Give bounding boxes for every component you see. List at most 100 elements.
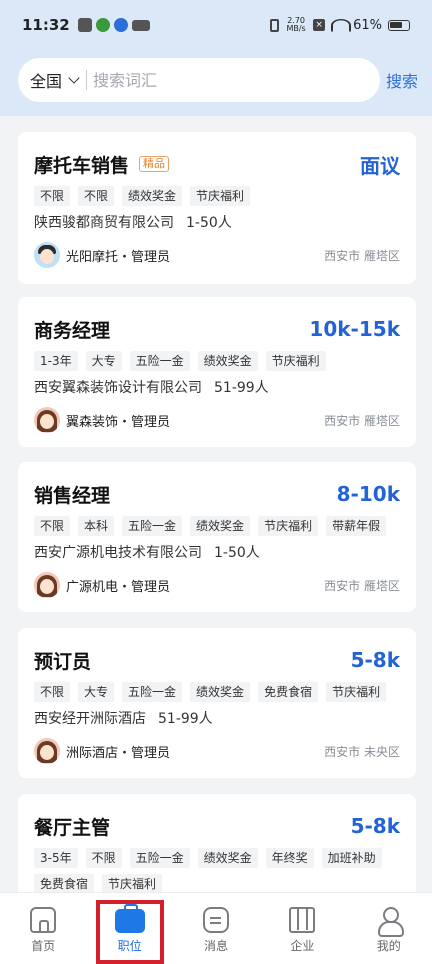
job-tag: 五险一金 — [129, 848, 190, 868]
company-name: 西安翼森装饰设计有限公司 — [34, 380, 202, 396]
job-title: 销售经理 — [34, 484, 111, 507]
network-speed: 2.70 MB/s — [286, 16, 306, 33]
job-tag: 五险一金 — [122, 682, 183, 702]
job-tag: 绩效奖金 — [190, 682, 251, 702]
job-tag: 五险一金 — [129, 351, 190, 371]
nav-companies[interactable]: 企业 — [259, 893, 345, 964]
job-tag: 节庆福利 — [190, 186, 251, 206]
job-tag: 本科 — [78, 516, 115, 536]
premium-badge: 精品 — [139, 156, 170, 172]
job-tags: 3-5年 不限 五险一金 绩效奖金 年终奖 加班补助 免费食宿 节庆福利 — [34, 848, 400, 894]
job-tag: 3-5年 — [34, 848, 78, 868]
app-notification-icon — [131, 19, 150, 31]
job-tag: 绩效奖金 — [197, 848, 258, 868]
job-tag: 大专 — [78, 682, 115, 702]
search-input[interactable] — [93, 70, 344, 90]
briefcase-icon — [114, 904, 145, 933]
job-tag: 带薪年假 — [326, 516, 387, 536]
job-tags: 不限 大专 五险一金 绩效奖金 免费食宿 节庆福利 — [34, 682, 400, 702]
company-name: 西安广源机电技术有限公司 — [34, 545, 202, 561]
job-tag: 不限 — [34, 682, 71, 702]
job-title: 商务经理 — [34, 319, 111, 342]
avatar — [34, 407, 60, 433]
recruiter-row: 翼森装饰・管理员 西安市 雁塔区 — [34, 407, 400, 433]
job-tag: 节庆福利 — [258, 516, 319, 536]
job-tags: 不限 不限 绩效奖金 节庆福利 — [34, 186, 400, 206]
status-time: 11:32 — [22, 16, 70, 34]
job-location: 西安市 雁塔区 — [324, 578, 400, 593]
avatar — [34, 242, 60, 268]
nav-label: 职位 — [117, 939, 142, 953]
recruiter-row: 洲际酒店・管理员 西安市 未央区 — [34, 738, 400, 764]
recruiter-row: 广源机电・管理员 西安市 雁塔区 — [34, 572, 400, 598]
job-salary: 面议 — [360, 153, 400, 178]
company-size: 1-50人 — [186, 215, 232, 231]
nav-messages[interactable]: 消息 — [173, 893, 259, 964]
nav-label: 首页 — [31, 939, 56, 953]
message-icon — [202, 907, 229, 933]
app-notification-icon — [95, 18, 110, 32]
job-tag: 绩效奖金 — [190, 516, 251, 536]
company-line: 西安翼森装饰设计有限公司 51-99人 — [34, 377, 400, 397]
job-tags: 不限 本科 五险一金 绩效奖金 节庆福利 带薪年假 — [34, 516, 400, 536]
profile-icon — [377, 907, 404, 937]
job-tag: 不限 — [34, 186, 71, 206]
bottom-nav: 首页 职位 消息 企业 我的 — [0, 892, 432, 964]
job-salary: 10k-15k — [309, 317, 400, 341]
wifi-icon — [331, 19, 347, 31]
company-name: 西安经开洲际酒店 — [34, 711, 146, 727]
recruiter-name: 翼森装饰・管理员 — [66, 414, 171, 430]
job-tag: 节庆福利 — [326, 682, 387, 702]
nav-jobs[interactable]: 职位 — [86, 893, 172, 964]
job-tag: 不限 — [85, 848, 122, 868]
job-tag: 加班补助 — [321, 848, 382, 868]
nav-label: 我的 — [376, 939, 401, 953]
app-notification-icon — [77, 18, 92, 32]
avatar — [34, 738, 60, 764]
nav-home[interactable]: 首页 — [0, 893, 86, 964]
job-salary: 5-8k — [350, 814, 400, 838]
job-tag: 节庆福利 — [102, 874, 163, 894]
company-map-icon — [289, 907, 316, 933]
job-tag: 绩效奖金 — [197, 351, 258, 371]
job-location: 西安市 雁塔区 — [324, 413, 400, 428]
search-button[interactable]: 搜索 — [386, 68, 418, 92]
nav-label: 企业 — [290, 939, 315, 953]
job-tag: 节庆福利 — [265, 351, 326, 371]
job-location: 西安市 雁塔区 — [324, 248, 400, 263]
chevron-down-icon — [68, 72, 80, 84]
job-salary: 8-10k — [336, 482, 400, 506]
company-size: 51-99人 — [158, 711, 213, 727]
company-line: 陕西骏都商贸有限公司 1-50人 — [34, 212, 400, 232]
job-card[interactable]: 销售经理 8-10k 不限 本科 五险一金 绩效奖金 节庆福利 带薪年假 西安广… — [18, 462, 416, 612]
nav-profile[interactable]: 我的 — [346, 893, 432, 964]
recruiter-name: 广源机电・管理员 — [66, 579, 171, 595]
status-bar: 11:32 2.70 MB/s × 61% — [0, 0, 432, 50]
job-card[interactable]: 摩托车销售 精品 面议 不限 不限 绩效奖金 节庆福利 陕西骏都商贸有限公司 1-… — [18, 132, 416, 284]
job-tag: 五险一金 — [122, 516, 183, 536]
job-tag: 不限 — [34, 516, 71, 536]
job-tag: 绩效奖金 — [122, 186, 183, 206]
search-box: 全国 — [18, 58, 380, 102]
search-bar: 全国 搜索 — [18, 58, 418, 102]
job-tag: 免费食宿 — [258, 682, 319, 702]
nav-label: 消息 — [203, 939, 228, 953]
job-card[interactable]: 商务经理 10k-15k 1-3年 大专 五险一金 绩效奖金 节庆福利 西安翼森… — [18, 297, 416, 447]
job-card[interactable]: 餐厅主管 5-8k 3-5年 不限 五险一金 绩效奖金 年终奖 加班补助 免费食… — [18, 794, 416, 904]
job-location: 西安市 未央区 — [324, 744, 400, 759]
job-title: 摩托车销售 — [34, 154, 130, 177]
divider — [86, 70, 88, 90]
company-size: 51-99人 — [214, 380, 269, 396]
battery-icon — [388, 19, 410, 31]
recruiter-row: 光阳摩托・管理员 西安市 雁塔区 — [34, 242, 400, 268]
no-sim-icon: × — [313, 19, 326, 31]
job-tag: 大专 — [85, 351, 122, 371]
job-title: 预订员 — [34, 650, 92, 673]
company-name: 陕西骏都商贸有限公司 — [34, 215, 174, 231]
job-tags: 1-3年 大专 五险一金 绩效奖金 节庆福利 — [34, 351, 400, 371]
company-line: 西安经开洲际酒店 51-99人 — [34, 708, 400, 728]
job-card[interactable]: 预订员 5-8k 不限 大专 五险一金 绩效奖金 免费食宿 节庆福利 西安经开洲… — [18, 628, 416, 778]
company-size: 1-50人 — [214, 545, 260, 561]
region-selector[interactable]: 全国 — [30, 68, 86, 92]
job-tag: 不限 — [78, 186, 115, 206]
